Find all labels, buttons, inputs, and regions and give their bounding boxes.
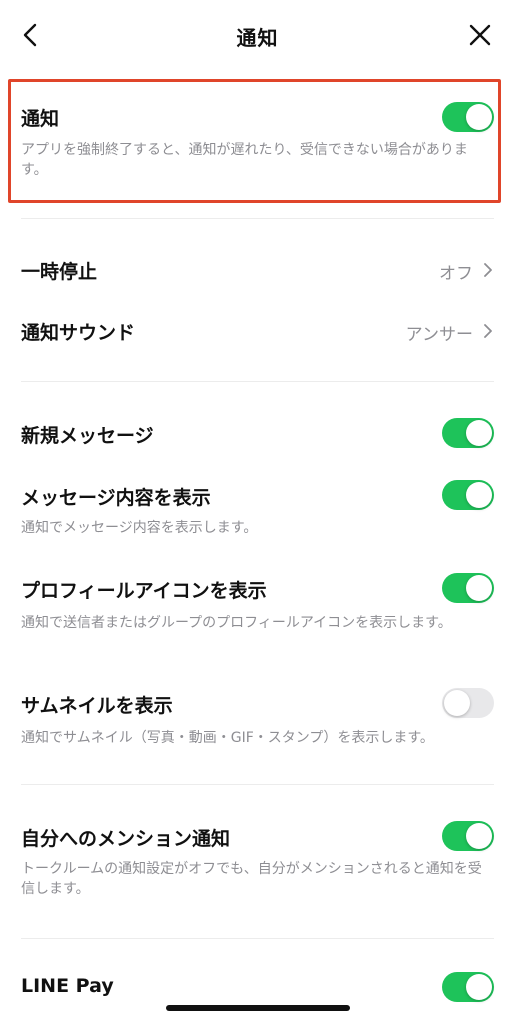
new-message-toggle[interactable] — [442, 418, 494, 448]
chevron-right-icon — [484, 324, 492, 338]
show-thumbnail-description: 通知でサムネイル（写真・動画・GIF・スタンプ）を表示します。 — [21, 730, 434, 746]
divider — [21, 381, 494, 382]
notification-main-toggle[interactable] — [442, 102, 494, 132]
notification-main-title: 通知 — [21, 108, 60, 130]
new-message-title: 新規メッセージ — [21, 425, 154, 447]
notification-settings-screen: 通知 通知 アプリを強制終了すると、通知が遅れたり、受信できない場合があります。… — [0, 0, 515, 1024]
page-title: 通知 — [236, 26, 279, 50]
show-profile-icon-row: プロフィールアイコンを表示 通知で送信者またはグループのプロフィールアイコンを表… — [0, 571, 515, 655]
show-profile-icon-toggle[interactable] — [442, 573, 494, 603]
home-indicator[interactable] — [166, 1005, 350, 1011]
sound-title: 通知サウンド — [21, 322, 136, 344]
line-pay-title: LINE Pay — [21, 975, 114, 997]
divider — [21, 784, 494, 785]
chevron-right-icon — [484, 263, 492, 277]
toggle-knob — [466, 575, 492, 601]
toggle-knob — [466, 974, 492, 1000]
divider — [21, 218, 494, 219]
mention-toggle[interactable] — [442, 821, 494, 851]
new-message-row: 新規メッセージ — [0, 416, 515, 452]
show-thumbnail-row: サムネイルを表示 通知でサムネイル（写真・動画・GIF・スタンプ）を表示します。 — [0, 686, 515, 750]
toggle-knob — [466, 823, 492, 849]
pause-value: オフ — [439, 264, 473, 284]
show-thumbnail-toggle[interactable] — [442, 688, 494, 718]
sound-row[interactable]: 通知サウンド アンサー — [0, 311, 515, 351]
show-profile-icon-title: プロフィールアイコンを表示 — [21, 580, 267, 602]
divider — [21, 938, 494, 939]
toggle-knob — [466, 420, 492, 446]
toggle-knob — [466, 104, 492, 130]
nav-header: 通知 — [0, 0, 515, 72]
mention-description: トークルームの通知設定がオフでも、自分がメンションされると通知を受信します。 — [21, 861, 482, 897]
show-content-row: メッセージ内容を表示 通知でメッセージ内容を表示します。 — [0, 478, 515, 542]
show-content-toggle[interactable] — [442, 480, 494, 510]
show-profile-icon-description: 通知で送信者またはグループのプロフィールアイコンを表示します。 — [21, 615, 452, 631]
toggle-knob — [466, 482, 492, 508]
toggle-knob — [444, 690, 470, 716]
pause-title: 一時停止 — [21, 261, 98, 283]
line-pay-row: LINE Pay — [0, 970, 515, 1006]
close-icon — [469, 24, 491, 46]
show-thumbnail-title: サムネイルを表示 — [21, 695, 173, 717]
mention-title: 自分へのメンション通知 — [21, 828, 231, 850]
show-content-description: 通知でメッセージ内容を表示します。 — [21, 520, 258, 536]
pause-row[interactable]: 一時停止 オフ — [0, 250, 515, 290]
close-button[interactable] — [463, 18, 497, 52]
sound-value: アンサー — [405, 325, 473, 345]
mention-row: 自分へのメンション通知 トークルームの通知設定がオフでも、自分がメンションされる… — [0, 819, 515, 903]
show-content-title: メッセージ内容を表示 — [21, 487, 211, 509]
notification-main-description: アプリを強制終了すると、通知が遅れたり、受信できない場合があります。 — [21, 142, 468, 178]
notification-main-row: 通知 アプリを強制終了すると、通知が遅れたり、受信できない場合があります。 — [0, 96, 515, 196]
line-pay-toggle[interactable] — [442, 972, 494, 1002]
